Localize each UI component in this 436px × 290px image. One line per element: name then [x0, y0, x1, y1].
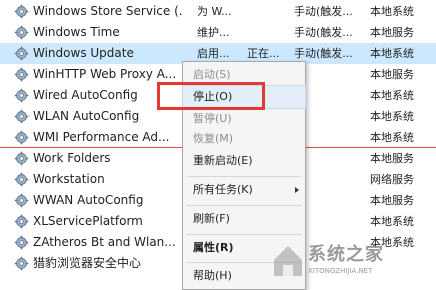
- menu-item-pause[interactable]: 暂停(U): [183, 108, 305, 130]
- menu-item-properties-label: 属性(R): [193, 241, 234, 254]
- service-name: 猎豹浏览器安全中心: [33, 256, 142, 270]
- service-name: XLServicePlatform: [33, 214, 143, 228]
- service-row[interactable]: Windows Time 维护... 手动(触发... 本地服务: [0, 22, 436, 43]
- service-gear-icon: [14, 172, 29, 187]
- watermark-logo: 系统之家 XITONGZHIJIA.NET: [268, 234, 436, 288]
- menu-item-restart[interactable]: 重新启动(E): [183, 150, 305, 172]
- menu-separator: [187, 176, 301, 177]
- service-description: 为 W...: [197, 5, 232, 18]
- stop-highlight-box: [157, 82, 265, 110]
- house-logo-icon: [274, 246, 302, 276]
- service-logon-as: 本地系统: [370, 131, 414, 144]
- service-name: Windows Update: [33, 46, 134, 60]
- service-logon-as: 本地服务: [370, 26, 414, 39]
- service-name: WMI Performance Ad...: [33, 130, 170, 144]
- menu-item-all-tasks[interactable]: 所有任务(K): [183, 179, 305, 201]
- service-name: Windows Time: [33, 25, 120, 39]
- menu-item-pause-label: 暂停(U): [193, 112, 232, 125]
- service-logon-as: 本地服务: [370, 68, 414, 81]
- service-gear-icon: [14, 46, 29, 61]
- service-logon-as: 本地服务: [370, 152, 414, 165]
- service-logon-as: 本地系统: [370, 5, 414, 18]
- watermark-url: XITONGZHIJIA.NET: [308, 267, 373, 275]
- menu-item-resume[interactable]: 恢复(M): [183, 128, 305, 150]
- service-gear-icon: [14, 214, 29, 229]
- service-gear-icon: [14, 109, 29, 124]
- service-startup-type: 手动(触发...: [294, 5, 353, 18]
- menu-item-all-tasks-label: 所有任务(K): [193, 183, 253, 196]
- service-gear-icon: [14, 130, 29, 145]
- service-status: [247, 22, 287, 43]
- service-gear-icon: [14, 235, 29, 250]
- service-gear-icon: [14, 88, 29, 103]
- menu-separator: [187, 205, 301, 206]
- service-logon-as: 本地系统: [370, 215, 414, 228]
- service-gear-icon: [14, 151, 29, 166]
- service-name: Work Folders: [33, 151, 111, 165]
- service-gear-icon: [14, 67, 29, 82]
- menu-item-restart-label: 重新启动(E): [193, 154, 253, 167]
- service-row[interactable]: Windows Store Service (... 为 W... 手动(触发...…: [0, 1, 436, 22]
- service-name: Windows Store Service (...: [33, 4, 183, 18]
- service-gear-icon: [14, 193, 29, 208]
- menu-item-refresh[interactable]: 刷新(F): [183, 208, 305, 230]
- service-gear-icon: [14, 4, 29, 19]
- service-gear-icon: [14, 25, 29, 40]
- menu-item-refresh-label: 刷新(F): [193, 212, 230, 225]
- menu-item-resume-label: 恢复(M): [193, 132, 234, 145]
- watermark-text: 系统之家: [308, 244, 384, 265]
- service-logon-as: 本地系统: [370, 47, 414, 60]
- service-status: [247, 1, 287, 22]
- service-description: 维护...: [197, 26, 230, 39]
- service-name: ZAtheros Bt and Wlan...: [33, 235, 176, 249]
- service-gear-icon: [14, 256, 29, 271]
- menu-item-help-label: 帮助(H): [193, 269, 232, 282]
- service-logon-as: 本地系统: [370, 89, 414, 102]
- service-logon-as: 本地服务: [370, 194, 414, 207]
- service-logon-as: 本地系统: [370, 110, 414, 123]
- service-name: Workstation: [33, 172, 105, 186]
- service-name: WWAN AutoConfig: [33, 193, 144, 207]
- submenu-arrow-icon: [295, 187, 299, 193]
- service-startup-type: 手动(触发...: [294, 26, 353, 39]
- service-logon-as: 网络服务: [370, 173, 414, 186]
